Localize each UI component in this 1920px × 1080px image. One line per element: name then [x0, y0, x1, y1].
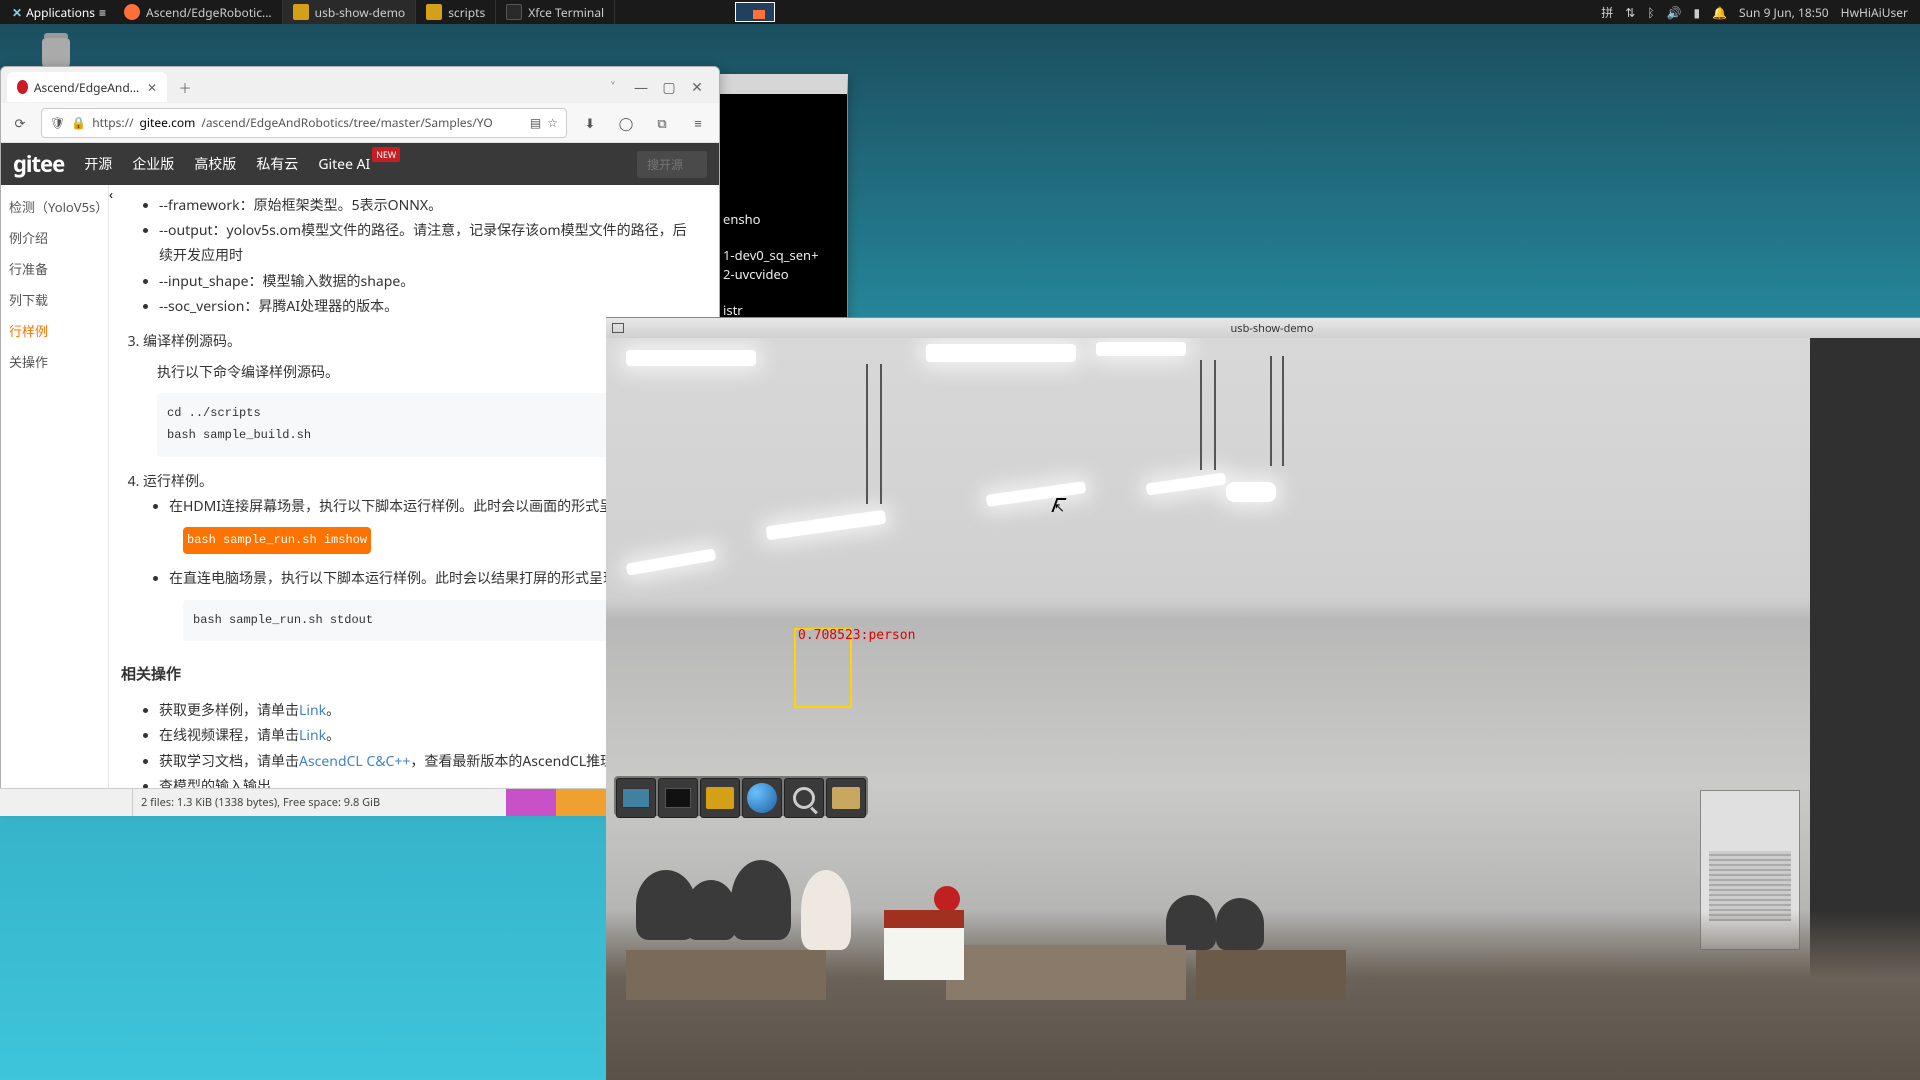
- detection-box: 0.708523:person: [794, 628, 852, 708]
- terminal-output: ensho 1-dev0_sq_sen+ 2-uvcvideo istr: [723, 210, 843, 319]
- notification-icon[interactable]: 🔔: [1712, 4, 1727, 21]
- video-window: usb-show-demo: [606, 317, 1920, 1080]
- extensions-icon[interactable]: ⧉: [649, 110, 675, 136]
- link[interactable]: AscendCL C&C++: [299, 752, 410, 771]
- window-title: usb-show-demo: [1231, 321, 1314, 336]
- volume-icon[interactable]: 🔊: [1667, 4, 1682, 21]
- browser-list-tabs-icon[interactable]: ˅: [601, 75, 625, 99]
- clock[interactable]: Sun 9 Jun, 18:50: [1739, 4, 1829, 21]
- applications-menu[interactable]: ✕Applications ≡: [4, 4, 114, 21]
- toc-item[interactable]: 例介绍: [1, 222, 108, 253]
- dock: [614, 776, 868, 816]
- window-icon: [612, 323, 624, 333]
- network-icon[interactable]: ⇅: [1625, 4, 1635, 21]
- menu-icon[interactable]: ≡: [685, 110, 711, 136]
- browser-maximize-icon[interactable]: ▢: [657, 75, 681, 99]
- task-browser[interactable]: Ascend/EdgeRobotic...: [114, 0, 283, 24]
- doc-bullet: --soc_version：昇腾AI处理器的版本。: [159, 294, 699, 319]
- url-path: /ascend/EdgeAndRobotics/tree/master/Samp…: [201, 114, 492, 131]
- video-frame: 0.708523:person ↖: [606, 338, 1920, 1080]
- ime-indicator[interactable]: 拼: [1601, 4, 1613, 21]
- gitee-logo[interactable]: gitee: [13, 149, 64, 179]
- link[interactable]: Link: [299, 701, 326, 720]
- reload-icon[interactable]: ⟳: [9, 112, 31, 134]
- fm-statusbar: 2 files: 1.3 KiB (1338 bytes), Free spac…: [0, 788, 606, 816]
- term-maximize-icon[interactable]: ▢: [811, 76, 825, 90]
- term-close-icon[interactable]: ✕: [829, 76, 843, 90]
- browser-tab[interactable]: Ascend/EdgeAndRobotic ✕: [7, 72, 167, 102]
- dock-show-desktop[interactable]: [616, 778, 656, 818]
- task-filemgr[interactable]: usb-show-demo: [283, 0, 417, 24]
- link[interactable]: Link: [299, 726, 326, 745]
- nav-enterprise[interactable]: 企业版: [132, 154, 174, 174]
- tab-title: Ascend/EdgeAndRobotic: [34, 79, 141, 96]
- dock-search[interactable]: [784, 778, 824, 818]
- nav-private[interactable]: 私有云: [256, 154, 298, 174]
- doc-bullet: --input_shape：模型输入数据的shape。: [159, 269, 699, 294]
- new-tab-button[interactable]: ＋: [171, 73, 199, 101]
- url-scheme: https://: [92, 114, 133, 131]
- dock-browser[interactable]: [742, 778, 782, 818]
- reader-icon[interactable]: ▤: [530, 114, 541, 131]
- workspace-indicator[interactable]: [735, 2, 775, 22]
- toc-item[interactable]: 行样例: [1, 315, 108, 346]
- nav-opensource[interactable]: 开源: [84, 154, 112, 174]
- bookmark-icon[interactable]: ☆: [547, 114, 558, 131]
- url-input[interactable]: 🛡 🔒 https:// gitee.com/ascend/EdgeAndRobo…: [41, 108, 567, 138]
- toc-item[interactable]: 行准备: [1, 253, 108, 284]
- downloads-icon[interactable]: ⬇: [577, 110, 603, 136]
- url-host: gitee.com: [140, 114, 196, 131]
- tab-strip: Ascend/EdgeAndRobotic ✕ ＋ ˅ — ▢ ✕: [1, 67, 719, 103]
- account-icon[interactable]: ◯: [613, 110, 639, 136]
- nav-university[interactable]: 高校版: [194, 154, 236, 174]
- dock-files[interactable]: [700, 778, 740, 818]
- taskbar: ✕Applications ≡ Ascend/EdgeRobotic... us…: [0, 0, 1920, 24]
- toc-item[interactable]: 检测（YoloV5s）: [1, 191, 108, 222]
- lock-icon: 🔒: [71, 114, 86, 131]
- new-badge: NEW: [372, 147, 400, 162]
- video-titlebar[interactable]: usb-show-demo: [606, 318, 1920, 338]
- browser-minimize-icon[interactable]: —: [629, 75, 653, 99]
- gitee-navbar: gitee 开源 企业版 高校版 私有云 Gitee AINEW: [1, 143, 719, 185]
- nav-ai[interactable]: Gitee AINEW: [318, 155, 370, 174]
- term-minimize-icon[interactable]: ˅: [775, 76, 789, 90]
- url-toolbar: ⟳ 🛡 🔒 https:// gitee.com/ascend/EdgeAndRo…: [1, 103, 719, 143]
- task-terminal[interactable]: Xfce Terminal: [496, 0, 615, 24]
- gitee-favicon-icon: [17, 80, 28, 94]
- bluetooth-icon[interactable]: ᛒ: [1647, 4, 1654, 21]
- dock-folder[interactable]: [826, 778, 866, 818]
- detection-label: 0.708523:person: [798, 628, 915, 643]
- cursor-icon: ↖: [1054, 498, 1066, 516]
- toc-item[interactable]: 关操作: [1, 346, 108, 377]
- search-input[interactable]: [637, 151, 707, 178]
- fm-status-text: 2 files: 1.3 KiB (1338 bytes), Free spac…: [133, 795, 388, 810]
- doc-bullet: --output：yolov5s.om模型文件的路径。请注意，记录保存该om模型…: [159, 218, 699, 268]
- terminal-window[interactable]: ˅ — ▢ ✕ ensho 1-dev0_sq_sen+ 2-uvcvideo …: [718, 74, 848, 322]
- code-highlight: bash sample_run.sh imshow: [183, 527, 371, 555]
- tab-close-icon[interactable]: ✕: [147, 79, 157, 96]
- shield-icon: 🛡: [50, 114, 65, 131]
- task-scripts[interactable]: scripts: [416, 0, 496, 24]
- browser-close-icon[interactable]: ✕: [685, 75, 709, 99]
- user-label[interactable]: HwHiAiUser: [1841, 4, 1908, 21]
- doc-bullet: --framework：原始框架类型。5表示ONNX。: [159, 193, 699, 218]
- term-restore-icon[interactable]: —: [793, 76, 807, 90]
- gitee-search[interactable]: [637, 151, 707, 178]
- battery-icon[interactable]: ▮: [1693, 4, 1700, 21]
- toc-item[interactable]: 列下载: [1, 284, 108, 315]
- dock-terminal[interactable]: [658, 778, 698, 818]
- toc-sidebar: 检测（YoloV5s） 例介绍 行准备 列下载 行样例 关操作: [1, 185, 109, 805]
